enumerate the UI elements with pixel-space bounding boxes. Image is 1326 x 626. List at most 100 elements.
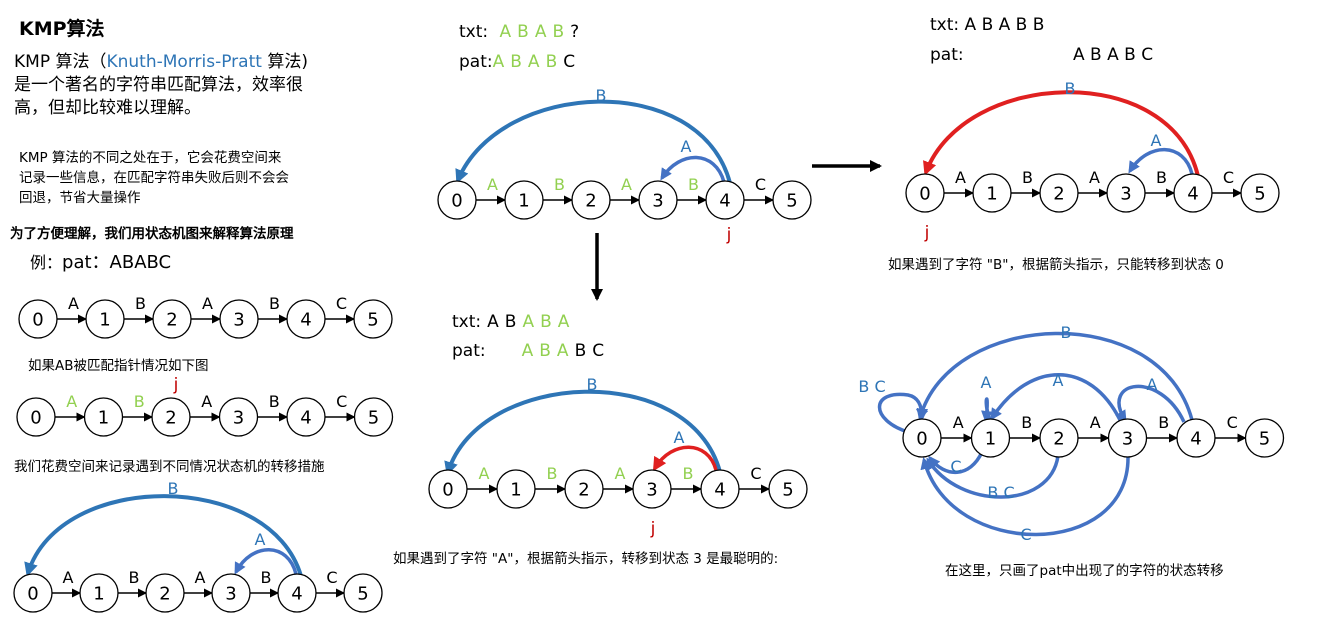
transition-label: B — [1158, 413, 1169, 432]
transition-label: A — [68, 294, 79, 313]
transition-label: B — [261, 568, 272, 587]
state-label: 5 — [357, 584, 368, 605]
state-label: 2 — [1053, 184, 1064, 205]
state-label: 2 — [585, 191, 596, 212]
state-label: 1 — [518, 191, 529, 212]
transition-label: B — [683, 464, 694, 483]
state-label: 3 — [1120, 184, 1131, 205]
pointer-j: j — [726, 225, 732, 245]
state-label: 1 — [99, 310, 110, 331]
state-label: 4 — [714, 480, 725, 501]
pointer-j: j — [173, 375, 179, 395]
arc-label-a: A — [1053, 371, 1064, 390]
state-label: 0 — [916, 429, 927, 450]
transition-label: A — [66, 392, 77, 411]
transition-label: C — [326, 568, 337, 587]
arc-label-a: A — [255, 530, 266, 549]
back-c-label: C — [950, 457, 961, 476]
chain-record: A B A B C 0 1 2 3 4 5 — [13, 568, 383, 613]
state-label: 0 — [451, 191, 462, 212]
state-label: 0 — [30, 408, 41, 429]
chain-right-top: A B A B C 0 1 2 3 4 5 — [905, 168, 1280, 213]
state-label: 4 — [300, 310, 311, 331]
state-label: 1 — [98, 408, 109, 429]
diagrams-canvas: A B A B C0 1 2 3 4 5A B A B C0 1 2 3 4 5A B A B C0 1 2 3 4 5A B A B C0 1… — [13, 79, 1285, 613]
transition-label: B — [688, 175, 699, 194]
state-label: 0 — [919, 184, 930, 205]
state-label: 5 — [367, 310, 378, 331]
transition-label: A — [615, 464, 626, 483]
state-label: 0 — [27, 584, 38, 605]
arc-label-a: A — [681, 137, 692, 156]
state-label: 1 — [986, 184, 997, 205]
state-label: 4 — [1190, 429, 1201, 450]
state-label: 5 — [368, 408, 379, 429]
state-label: 5 — [1254, 184, 1265, 205]
state-label: 1 — [985, 429, 996, 450]
arc-label-a: A — [981, 373, 992, 392]
transition-label: A — [621, 175, 632, 194]
state-label: 3 — [646, 480, 657, 501]
transition-label: C — [336, 294, 347, 313]
state-label: 3 — [233, 310, 244, 331]
state-label: 4 — [719, 191, 730, 212]
state-label: 5 — [1259, 429, 1270, 450]
state-label: 0 — [32, 310, 43, 331]
state-label: 2 — [1053, 429, 1064, 450]
transition-label: B — [269, 294, 280, 313]
state-label: 3 — [1122, 429, 1133, 450]
state-label: 1 — [93, 584, 104, 605]
transition-label: B — [1021, 413, 1032, 432]
transition-label: B — [129, 568, 140, 587]
state-label: 2 — [165, 408, 176, 429]
arc-label-b: B — [1065, 79, 1076, 98]
transition-label: A — [201, 392, 212, 411]
transition-label: A — [202, 294, 213, 313]
transition-label: C — [750, 464, 761, 483]
state-label: 3 — [652, 191, 663, 212]
chain-middle-bottom: A B A B C 0 1 2 3 4 5 — [428, 464, 808, 509]
transition-label: B — [554, 175, 565, 194]
chain-right-bottom: A B A B C 0 1 2 3 4 5 — [902, 413, 1285, 458]
state-label: 3 — [233, 408, 244, 429]
transition-label: B — [269, 392, 280, 411]
state-label: 4 — [291, 584, 302, 605]
arc-label-b: B — [596, 86, 607, 105]
state-label: 0 — [442, 480, 453, 501]
state-label: 4 — [1187, 184, 1198, 205]
transition-label: B — [135, 294, 146, 313]
state-label: 5 — [782, 480, 793, 501]
self-loop-label: B C — [858, 377, 885, 396]
pointer-j: j — [924, 223, 930, 243]
chain-middle-top: A B A B C 0 1 2 3 4 5 — [437, 175, 812, 220]
arc-label-a: A — [1147, 375, 1158, 394]
pointer-labels: j j j j — [173, 223, 930, 539]
transition-label: B — [134, 392, 145, 411]
transition-label: C — [1227, 413, 1238, 432]
arc-label-a: A — [1151, 131, 1162, 150]
transition-label: B — [1156, 168, 1167, 187]
arc-label-b: B — [168, 479, 179, 498]
state-label: 5 — [786, 191, 797, 212]
back-bc-label: B C — [987, 483, 1014, 502]
transition-label: B — [1022, 168, 1033, 187]
arc-label-a: A — [674, 428, 685, 447]
transition-label: A — [487, 175, 498, 194]
transition-label: A — [195, 568, 206, 587]
transition-label: A — [1089, 168, 1100, 187]
transition-label: C — [755, 175, 766, 194]
transition-label: A — [955, 168, 966, 187]
transition-label: A — [479, 464, 490, 483]
state-label: 2 — [159, 584, 170, 605]
transition-label: A — [63, 568, 74, 587]
transition-label: B — [547, 464, 558, 483]
state-label: 4 — [300, 408, 311, 429]
back-c-label: C — [1020, 525, 1031, 544]
pointer-j: j — [650, 519, 656, 539]
state-label: 2 — [578, 480, 589, 501]
state-label: 3 — [225, 584, 236, 605]
transition-label: A — [1090, 413, 1101, 432]
arc-label-b: B — [1061, 323, 1072, 342]
transition-label: A — [953, 413, 964, 432]
chain-matched: A B A B C 0 1 2 3 4 5 — [16, 392, 394, 437]
